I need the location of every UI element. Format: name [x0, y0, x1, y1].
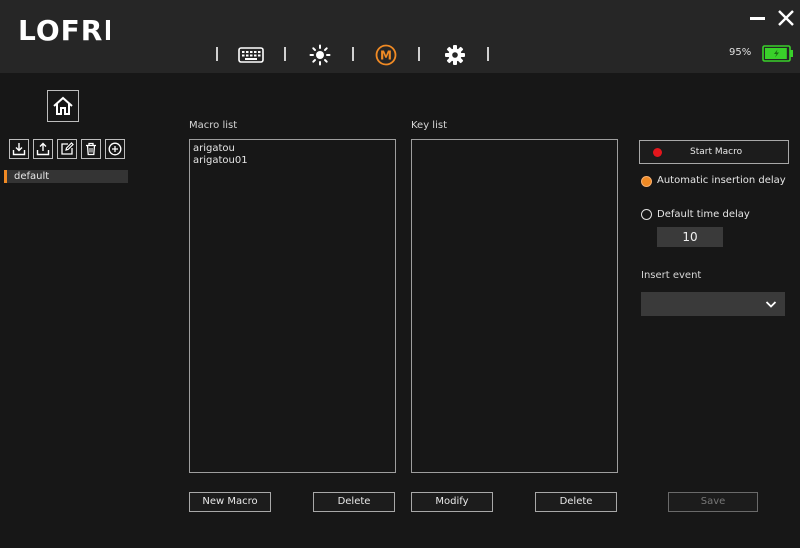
gear-icon — [445, 45, 465, 65]
macro-icon: M — [375, 44, 397, 66]
lofree-logo-wordmark: LOFREE — [18, 14, 143, 47]
minimize-button[interactable] — [748, 8, 768, 28]
chevron-down-icon — [765, 301, 777, 308]
tab-lighting[interactable] — [306, 42, 334, 68]
record-icon — [653, 148, 662, 157]
auto-delay-label: Automatic insertion delay — [657, 175, 786, 186]
close-icon — [778, 10, 794, 26]
import-button[interactable] — [9, 139, 29, 159]
list-item[interactable]: arigatou01 — [190, 155, 395, 167]
svg-text:M: M — [380, 49, 392, 63]
delete-key-button[interactable]: Delete — [535, 492, 617, 512]
new-macro-button[interactable]: New Macro — [189, 492, 271, 512]
edit-icon — [61, 142, 74, 155]
nav-separator — [487, 47, 489, 61]
main-nav: M — [0, 42, 800, 68]
start-macro-button[interactable]: Start Macro — [639, 140, 789, 164]
nav-separator — [352, 47, 354, 61]
svg-text:LOFREE: LOFREE — [18, 14, 110, 44]
delete-profile-button[interactable] — [81, 139, 101, 159]
key-list[interactable] — [411, 139, 618, 473]
add-icon — [108, 142, 122, 156]
modify-key-button[interactable]: Modify — [411, 492, 493, 512]
default-delay-label: Default time delay — [657, 209, 750, 220]
default-delay-input[interactable]: 10 — [657, 227, 723, 247]
trash-icon — [86, 142, 96, 156]
nav-separator — [216, 47, 218, 61]
battery-icon — [762, 45, 793, 62]
battery-percent: 95% — [729, 47, 752, 58]
key-list-label: Key list — [411, 120, 447, 131]
export-button[interactable] — [33, 139, 53, 159]
edit-button[interactable] — [57, 139, 77, 159]
profile-item-default[interactable]: default — [4, 170, 128, 183]
default-delay-radio[interactable] — [641, 209, 652, 220]
nav-separator — [418, 47, 420, 61]
home-icon — [53, 96, 73, 115]
export-icon — [36, 142, 50, 156]
nav-separator — [284, 47, 286, 61]
title-bar: LOFREE — [0, 0, 800, 73]
delete-macro-button[interactable]: Delete — [313, 492, 395, 512]
macro-list[interactable]: arigatou arigatou01 — [189, 139, 396, 473]
close-button[interactable] — [776, 8, 796, 28]
import-icon — [12, 143, 26, 156]
macro-list-label: Macro list — [189, 120, 238, 131]
add-profile-button[interactable] — [105, 139, 125, 159]
insert-event-select[interactable] — [641, 292, 785, 316]
insert-event-label: Insert event — [641, 270, 702, 281]
battery-indicator — [762, 45, 794, 66]
tab-macro[interactable]: M — [372, 42, 400, 68]
save-button[interactable]: Save — [668, 492, 758, 512]
start-macro-label: Start Macro — [690, 147, 743, 157]
brightness-icon — [309, 44, 331, 66]
tab-settings[interactable] — [441, 42, 469, 68]
auto-delay-radio[interactable] — [641, 176, 652, 187]
keyboard-icon — [238, 47, 264, 63]
tab-keyboard[interactable] — [237, 42, 265, 68]
list-item[interactable]: arigatou — [190, 143, 395, 155]
home-button[interactable] — [47, 90, 79, 122]
